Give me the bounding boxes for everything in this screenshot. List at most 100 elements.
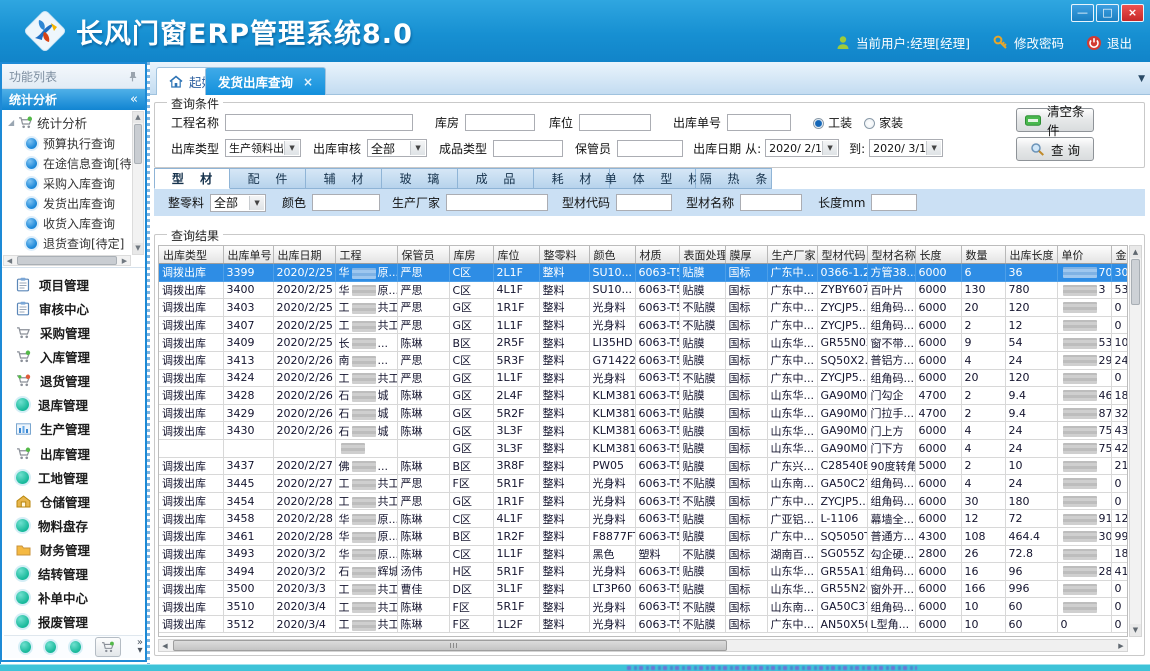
scroll-left-icon[interactable]: ◀ — [159, 642, 171, 650]
chevron-down-icon[interactable]: ▼ — [926, 141, 941, 155]
column-header-整零料[interactable]: 整零料 — [539, 246, 589, 264]
scroll-up-icon[interactable]: ▲ — [133, 112, 143, 123]
color-input[interactable] — [312, 194, 380, 211]
sidebar-item-结转管理[interactable]: 结转管理 — [4, 564, 143, 584]
column-header-库房[interactable]: 库房 — [449, 246, 493, 264]
scroll-right-icon[interactable]: ▶ — [119, 257, 130, 265]
column-header-出库长度[interactable]: 出库长度 — [1005, 246, 1057, 264]
column-header-出库单号[interactable]: 出库单号 — [223, 246, 273, 264]
table-row[interactable]: 调拨出库35122020/3/4工共工程陈琳F区1L2F整料光身料6063-T5… — [159, 615, 1128, 633]
scroll-right-icon[interactable]: ▶ — [1115, 642, 1127, 650]
scroll-thumb[interactable] — [17, 256, 117, 265]
table-row[interactable]: 调拨出库35102020/3/4工共工程陈琳F区5R1F整料光身料6063-T5… — [159, 598, 1128, 616]
tab-shipping-outbound-query[interactable]: 发货出库查询 × — [205, 67, 326, 95]
tab-close-icon[interactable]: × — [303, 75, 313, 89]
sidebar-item-工地管理[interactable]: 工地管理 — [4, 467, 143, 487]
search-button[interactable]: 查 询 — [1016, 137, 1094, 161]
scroll-left-icon[interactable]: ◀ — [4, 257, 15, 265]
profile-name-input[interactable] — [740, 194, 802, 211]
sidebar-item-采购管理[interactable]: 采购管理 — [4, 322, 143, 342]
radio-gongzhuang[interactable]: 工装 — [813, 114, 852, 131]
chevron-down-icon[interactable]: ▼ — [822, 141, 837, 155]
column-header-型材名称[interactable]: 型材名称 — [867, 246, 915, 264]
grid-vertical-scrollbar[interactable]: ▲ ▼ — [1129, 245, 1142, 637]
column-header-型材代码[interactable]: 型材代码 — [817, 246, 867, 264]
length-input[interactable] — [871, 194, 917, 211]
column-header-保管员[interactable]: 保管员 — [397, 246, 449, 264]
column-header-膜厚[interactable]: 膜厚 — [725, 246, 767, 264]
sidebar-item-项目管理[interactable]: 项目管理 — [4, 274, 143, 294]
audit-select[interactable]: 全部▼ — [367, 139, 427, 157]
tree-expander-icon[interactable]: ◢ — [8, 118, 14, 127]
table-row[interactable]: 调拨出库34072020/2/25工共工程严思G区1L1F整料光身料6063-T… — [159, 316, 1128, 334]
manufacturer-input[interactable] — [446, 194, 548, 211]
module-dot-icon[interactable] — [45, 641, 56, 653]
table-row[interactable]: 调拨出库34452020/2/27工共工程严思F区5R1F整料光身料6063-T… — [159, 475, 1128, 493]
minimize-button[interactable]: — — [1071, 4, 1094, 22]
clear-conditions-button[interactable]: 清空条件 — [1016, 108, 1094, 132]
chevron-down-icon[interactable]: ▼ — [249, 196, 264, 210]
outbound-type-select[interactable]: 生产领料出库▼ — [225, 139, 301, 157]
material-tab-玻璃[interactable]: 玻 璃 — [382, 168, 458, 189]
product-type-input[interactable] — [493, 140, 563, 157]
tabbar-overflow-icon[interactable]: ▼ — [1138, 74, 1145, 84]
profile-code-input[interactable] — [616, 194, 672, 211]
scroll-thumb[interactable] — [134, 124, 142, 164]
tree-item-退货查询[待定][interactable]: 退货查询[待定] — [4, 233, 131, 253]
tree-item-预算执行查询[interactable]: 预算执行查询 — [4, 133, 131, 153]
table-row[interactable]: 调拨出库34032020/2/25工共工程严思G区1R1F整料光身料6063-T… — [159, 299, 1128, 317]
sidebar-item-出库管理[interactable]: 出库管理 — [4, 443, 143, 463]
overflow-chevrons[interactable]: »▾ — [137, 639, 143, 655]
column-header-数量[interactable]: 数量 — [961, 246, 1005, 264]
date-from-picker[interactable]: 2020/ 2/16▼ — [765, 139, 839, 157]
radio-on-icon[interactable] — [813, 118, 824, 129]
column-header-出库日期[interactable]: 出库日期 — [273, 246, 335, 264]
column-header-库位[interactable]: 库位 — [493, 246, 539, 264]
column-header-金[interactable]: 金 — [1111, 246, 1128, 264]
material-tab-辅材[interactable]: 辅 材 — [306, 168, 382, 189]
scroll-down-icon[interactable]: ▼ — [1130, 624, 1141, 636]
tree-item-在途信息查询[待[interactable]: 在途信息查询[待 — [4, 153, 131, 173]
sidebar-item-仓储管理[interactable]: 仓储管理 — [4, 491, 143, 511]
order-no-input[interactable] — [727, 114, 791, 131]
column-header-出库类型[interactable]: 出库类型 — [159, 246, 223, 264]
tree-horizontal-scrollbar[interactable]: ◀ ▶ — [3, 255, 131, 266]
sidebar-item-退货管理[interactable]: 退货管理 — [4, 371, 143, 391]
column-header-工程[interactable]: 工程 — [335, 246, 397, 264]
change-password-link[interactable]: 修改密码 — [992, 33, 1064, 52]
sidebar-item-生产管理[interactable]: 生产管理 — [4, 419, 143, 439]
date-to-picker[interactable]: 2020/ 3/16▼ — [869, 139, 943, 157]
sidebar-item-报废管理[interactable]: 报废管理 — [4, 612, 143, 632]
table-row[interactable]: 调拨出库34292020/2/26石城陈琳G区5R2F整料KLM38176063… — [159, 404, 1128, 422]
table-row[interactable]: 调拨出库34372020/2/27佛...陈琳B区3R8F整料PW056063-… — [159, 457, 1128, 475]
scroll-thumb[interactable] — [173, 640, 727, 651]
table-row[interactable]: 调拨出库35002020/3/3工共工程曹佳D区3L1F整料LT3P606063… — [159, 580, 1128, 598]
tree-item-采购入库查询[interactable]: 采购入库查询 — [4, 173, 131, 193]
stat-group-header[interactable]: 统计分析 « — [2, 89, 145, 110]
material-tab-单体型材[interactable]: 单 体 型 材 — [610, 168, 696, 189]
chevron-down-icon[interactable]: ▼ — [410, 141, 425, 155]
table-row[interactable]: 调拨出库34542020/2/28工共工程严思G区1R1F整料光身料6063-T… — [159, 492, 1128, 510]
sidebar-item-退库管理[interactable]: 退库管理 — [4, 395, 143, 415]
module-dot-icon[interactable] — [20, 641, 31, 653]
column-header-表面处理[interactable]: 表面处理 — [679, 246, 725, 264]
table-row[interactable]: 调拨出库34582020/2/28华原...陈琳C区4L1F整料光身料6063-… — [159, 510, 1128, 528]
table-row[interactable]: 调拨出库34002020/2/25华原...严思C区4L1F整料SU10...6… — [159, 281, 1128, 299]
tree-item-发货出库查询[interactable]: 发货出库查询 — [4, 193, 131, 213]
table-row[interactable]: 调拨出库34942020/3/2石辉城汤伟H区5R1F整料光身料6063-T5贴… — [159, 563, 1128, 581]
warehouse-input[interactable] — [465, 114, 535, 131]
grid-horizontal-scrollbar[interactable]: ◀ ▶ — [158, 639, 1128, 652]
table-row[interactable]: 调拨出库34612020/2/28华原...陈琳B区1R2F整料F8877FT6… — [159, 527, 1128, 545]
radio-jiazhuang[interactable]: 家装 — [864, 114, 903, 131]
material-tab-隔热条[interactable]: 隔 热 条 — [696, 168, 772, 189]
scroll-up-icon[interactable]: ▲ — [1130, 246, 1141, 258]
column-header-单价[interactable]: 单价 — [1057, 246, 1111, 264]
material-tab-成品[interactable]: 成 品 — [458, 168, 534, 189]
material-tab-配件[interactable]: 配 件 — [230, 168, 306, 189]
column-header-长度[interactable]: 长度 — [915, 246, 961, 264]
column-header-颜色[interactable]: 颜色 — [589, 246, 635, 264]
module-cart-button[interactable] — [95, 637, 121, 657]
table-row[interactable]: 调拨出库34132020/2/26南...严思C区5R3F整料G71422606… — [159, 351, 1128, 369]
radio-off-icon[interactable] — [864, 118, 875, 129]
maximize-button[interactable]: □ — [1096, 4, 1119, 22]
